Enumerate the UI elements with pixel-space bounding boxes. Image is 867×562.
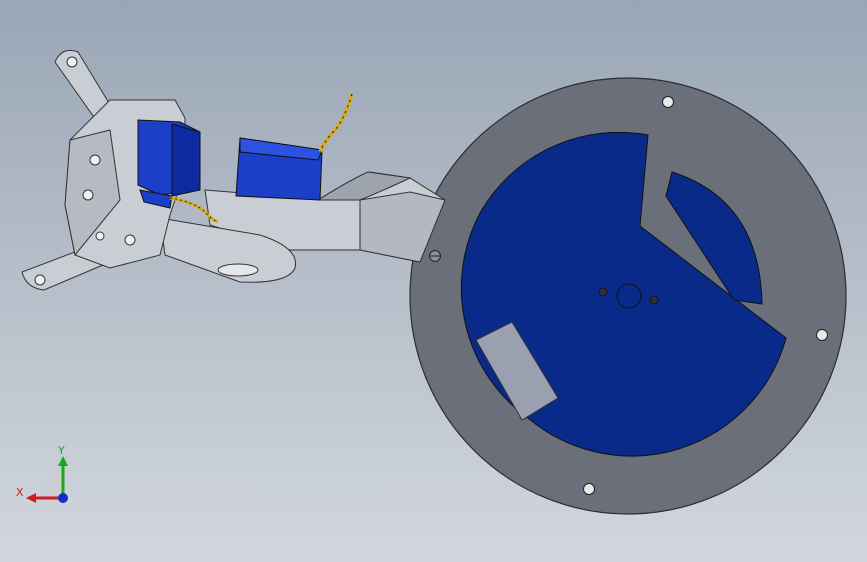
rim-hole-bottom bbox=[583, 483, 595, 495]
rim-hole-right bbox=[816, 329, 828, 341]
base-plate[interactable] bbox=[409, 77, 847, 515]
bracket-slot bbox=[217, 263, 259, 277]
y-axis-label: Y bbox=[57, 444, 65, 457]
orientation-triad: Y X bbox=[16, 444, 68, 503]
y-axis-head bbox=[58, 456, 68, 466]
3d-viewport[interactable]: Y X bbox=[0, 0, 867, 562]
hub-hole-right bbox=[649, 295, 659, 305]
servo-right[interactable] bbox=[235, 137, 323, 201]
hub-hole-b bbox=[82, 189, 94, 201]
hub-hole-a bbox=[89, 154, 101, 166]
hub-hole-d bbox=[95, 231, 105, 241]
rim-hole-top bbox=[662, 96, 674, 108]
arm-hole-top bbox=[66, 56, 78, 68]
hub-hole-c bbox=[124, 234, 136, 246]
x-axis-head bbox=[26, 493, 36, 503]
hub-hole-left bbox=[598, 287, 608, 297]
cad-model-scene[interactable] bbox=[0, 0, 867, 562]
x-axis-label: X bbox=[16, 486, 24, 499]
z-axis-dot bbox=[58, 493, 68, 503]
arm-hole-bottom bbox=[34, 274, 46, 286]
wire-top bbox=[318, 93, 354, 153]
